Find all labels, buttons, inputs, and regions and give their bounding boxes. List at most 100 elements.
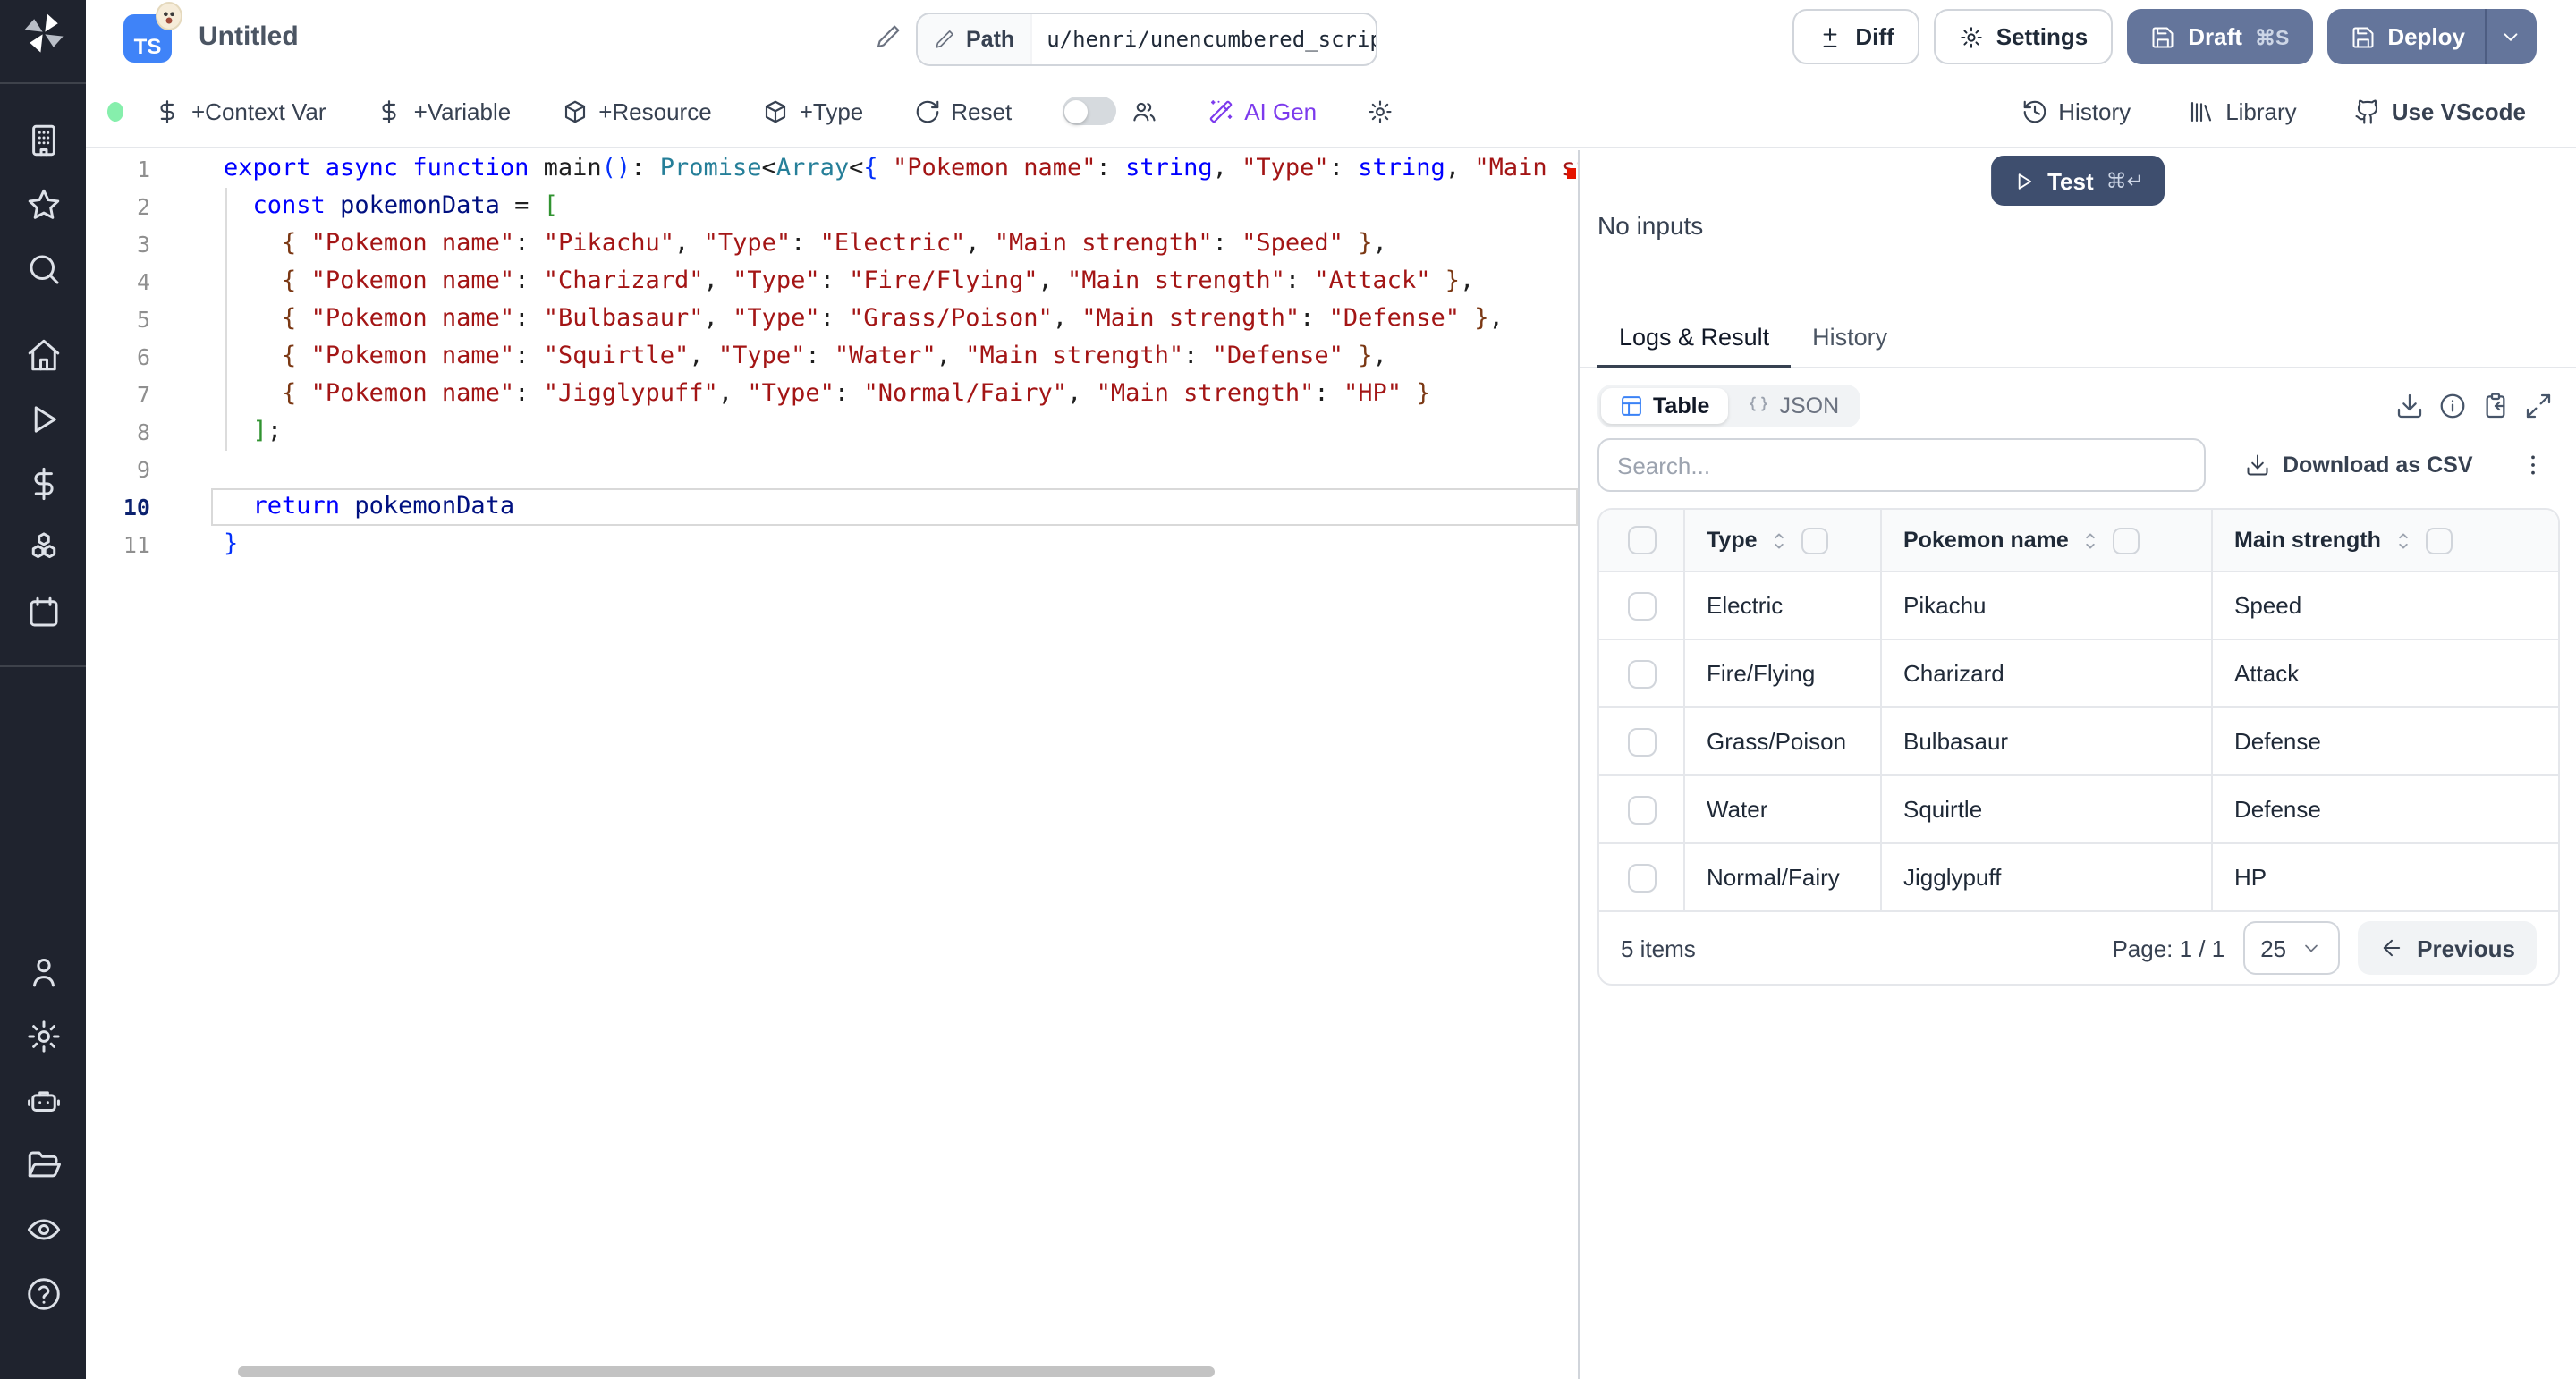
- sidebar-item-play[interactable]: [0, 386, 86, 451]
- sidebar-item-help[interactable]: [0, 1261, 86, 1325]
- row-checkbox[interactable]: [1627, 795, 1656, 824]
- ai-gen-button[interactable]: AI Gen: [1207, 97, 1317, 124]
- settings-icon: [24, 1017, 62, 1054]
- multiplayer-button[interactable]: [1130, 97, 1157, 124]
- table-row-5[interactable]: Normal/FairyJigglypuffHP: [1599, 842, 2558, 910]
- settings-button[interactable]: Settings: [1934, 9, 2114, 64]
- sidebar-item-dollar[interactable]: [0, 451, 86, 515]
- diff-button[interactable]: Diff: [1792, 9, 1919, 64]
- sidebar-item-search[interactable]: [0, 236, 86, 300]
- column-filter-box[interactable]: [2426, 527, 2453, 554]
- library-button[interactable]: Library: [2188, 97, 2297, 124]
- code-text: export async function main(): Promise<Ar…: [150, 150, 1580, 188]
- code-editor[interactable]: 1export async function main(): Promise<A…: [86, 150, 1580, 1379]
- overview-error-marker: [1567, 168, 1576, 179]
- sidebar-item-folder[interactable]: [0, 1132, 86, 1197]
- sidebar-group: [0, 84, 86, 300]
- library-icon: [2188, 97, 2215, 124]
- tab-history[interactable]: History: [1791, 308, 1909, 367]
- add-resource-button[interactable]: +Resource: [561, 97, 711, 124]
- add-type-button[interactable]: +Type: [762, 97, 864, 124]
- code-text: { "Pokemon name": "Bulbasaur", "Type": "…: [150, 300, 1504, 338]
- row-checkbox[interactable]: [1627, 863, 1656, 892]
- table-cell: Fire/Flying: [1685, 640, 1882, 706]
- code-line-5[interactable]: 5 { "Pokemon name": "Bulbasaur", "Type":…: [86, 300, 1578, 338]
- sort-icon[interactable]: [2392, 527, 2415, 554]
- code-line-10[interactable]: 10 return pokemonData: [86, 488, 1578, 526]
- add-context-var-button[interactable]: +Context Var: [154, 97, 326, 124]
- sidebar-item-building[interactable]: [0, 107, 86, 172]
- sidebar-item-home[interactable]: [0, 322, 86, 386]
- save-icon: [2150, 24, 2175, 49]
- sidebar-item-calendar[interactable]: [0, 580, 86, 644]
- table-cell: Defense: [2213, 776, 2558, 842]
- sort-icon[interactable]: [2080, 527, 2103, 554]
- code-line-8[interactable]: 8 ];: [86, 413, 1578, 451]
- status-dot: [107, 101, 123, 121]
- star-icon: [24, 185, 62, 223]
- view-toggle: Table JSON: [1597, 384, 1860, 427]
- table-row-4[interactable]: WaterSquirtleDefense: [1599, 774, 2558, 842]
- search-input[interactable]: [1597, 438, 2206, 492]
- reset-button[interactable]: Reset: [913, 97, 1012, 124]
- view-json-option[interactable]: JSON: [1727, 387, 1857, 423]
- sidebar-item-robot[interactable]: [0, 1068, 86, 1132]
- rename-pencil-icon[interactable]: [875, 23, 902, 50]
- sidebar-item-user[interactable]: [0, 939, 86, 1003]
- chevron-down-icon[interactable]: [2499, 25, 2522, 48]
- code-line-9[interactable]: 9: [86, 451, 1578, 488]
- expand-result-button[interactable]: [2517, 384, 2560, 427]
- sidebar-item-settings[interactable]: [0, 1003, 86, 1068]
- code-line-3[interactable]: 3 { "Pokemon name": "Pikachu", "Type": "…: [86, 225, 1578, 263]
- magic-wand-icon: [1207, 97, 1233, 124]
- code-line-1[interactable]: 1export async function main(): Promise<A…: [86, 150, 1578, 188]
- sort-icon[interactable]: [1768, 527, 1792, 554]
- result-info-button[interactable]: [2431, 384, 2474, 427]
- code-line-2[interactable]: 2 const pokemonData = [: [86, 188, 1578, 225]
- download-result-button[interactable]: [2388, 384, 2431, 427]
- table-cell: Pikachu: [1882, 572, 2213, 639]
- sidebar-item-eye[interactable]: [0, 1197, 86, 1261]
- page-size-select[interactable]: 25: [2242, 921, 2340, 975]
- github-icon: [2354, 97, 2381, 124]
- test-button[interactable]: Test ⌘↵: [1990, 156, 2165, 206]
- diff-mode-toggle[interactable]: [1062, 97, 1115, 125]
- view-table-option[interactable]: Table: [1601, 387, 1727, 423]
- draft-button[interactable]: Draft ⌘S: [2127, 9, 2312, 64]
- copy-result-button[interactable]: [2474, 384, 2517, 427]
- deploy-button[interactable]: Deploy: [2326, 9, 2537, 64]
- code-line-11[interactable]: 11}: [86, 526, 1578, 563]
- tab-logs-result[interactable]: Logs & Result: [1597, 308, 1791, 367]
- code-line-6[interactable]: 6 { "Pokemon name": "Squirtle", "Type": …: [86, 338, 1578, 376]
- select-all-checkbox[interactable]: [1627, 526, 1656, 554]
- editor-settings-button[interactable]: [1367, 97, 1394, 124]
- column-filter-box[interactable]: [2114, 527, 2140, 554]
- horizontal-scrollbar[interactable]: [238, 1366, 1215, 1377]
- use-vscode-label: Use VScode: [2392, 97, 2526, 124]
- diff-label: Diff: [1855, 23, 1894, 50]
- row-checkbox[interactable]: [1627, 659, 1656, 688]
- row-checkbox-cell: [1599, 844, 1685, 910]
- table-menu-button[interactable]: [2512, 444, 2555, 486]
- table-row-2[interactable]: Fire/FlyingCharizardAttack: [1599, 639, 2558, 706]
- row-checkbox-cell: [1599, 776, 1685, 842]
- path-field[interactable]: Path u/henri/unencumbered_script: [916, 13, 1377, 66]
- history-button[interactable]: History: [2021, 97, 2131, 124]
- column-filter-box[interactable]: [1802, 527, 1829, 554]
- table-row-3[interactable]: Grass/PoisonBulbasaurDefense: [1599, 706, 2558, 774]
- row-checkbox[interactable]: [1627, 591, 1656, 620]
- windmill-logo-icon[interactable]: [19, 9, 67, 66]
- sidebar-item-cubes[interactable]: [0, 515, 86, 580]
- add-variable-button[interactable]: +Variable: [377, 97, 512, 124]
- code-line-4[interactable]: 4 { "Pokemon name": "Charizard", "Type":…: [86, 263, 1578, 300]
- row-checkbox[interactable]: [1627, 727, 1656, 756]
- download-csv-button[interactable]: Download as CSV: [2245, 453, 2473, 478]
- use-vscode-button[interactable]: Use VScode: [2354, 97, 2526, 124]
- sidebar-item-star[interactable]: [0, 172, 86, 236]
- table-cell: Attack: [2213, 640, 2558, 706]
- table-cell: Jigglypuff: [1882, 844, 2213, 910]
- settings-label: Settings: [1996, 23, 2089, 50]
- previous-page-button[interactable]: Previous: [2358, 921, 2537, 975]
- table-row-1[interactable]: ElectricPikachuSpeed: [1599, 571, 2558, 639]
- code-line-7[interactable]: 7 { "Pokemon name": "Jigglypuff", "Type"…: [86, 376, 1578, 413]
